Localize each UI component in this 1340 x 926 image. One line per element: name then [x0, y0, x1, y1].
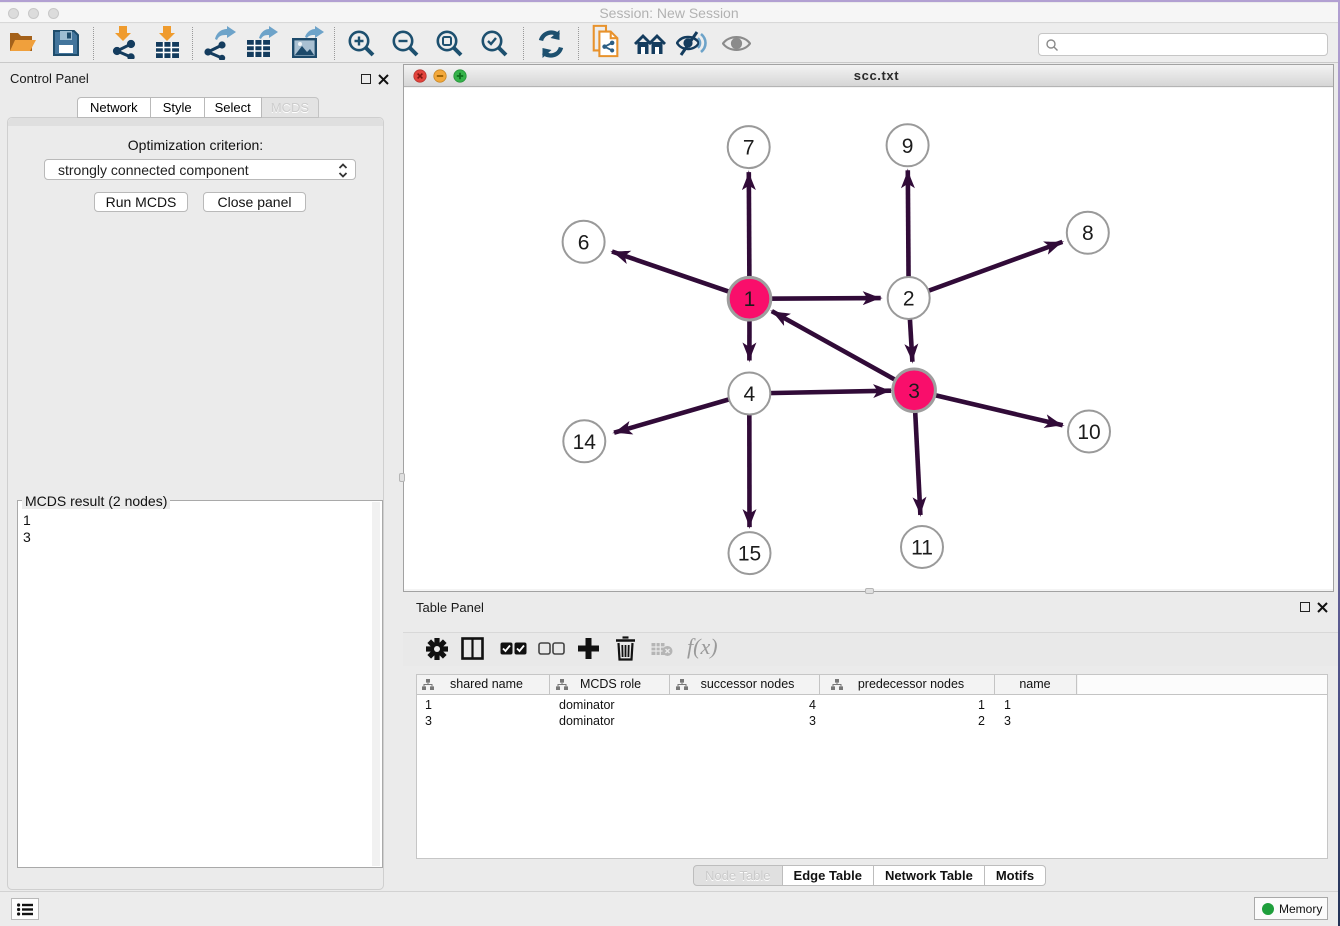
svg-text:1: 1 — [744, 288, 756, 311]
svg-text:6: 6 — [578, 231, 590, 254]
svg-text:8: 8 — [1082, 222, 1094, 245]
svg-text:15: 15 — [738, 543, 761, 566]
svg-text:7: 7 — [743, 137, 755, 160]
svg-text:2: 2 — [903, 288, 915, 311]
svg-text:3: 3 — [908, 380, 920, 403]
svg-text:4: 4 — [743, 383, 755, 406]
svg-text:14: 14 — [573, 431, 597, 454]
svg-text:10: 10 — [1077, 421, 1100, 444]
svg-text:9: 9 — [902, 135, 914, 158]
svg-text:11: 11 — [911, 537, 933, 560]
